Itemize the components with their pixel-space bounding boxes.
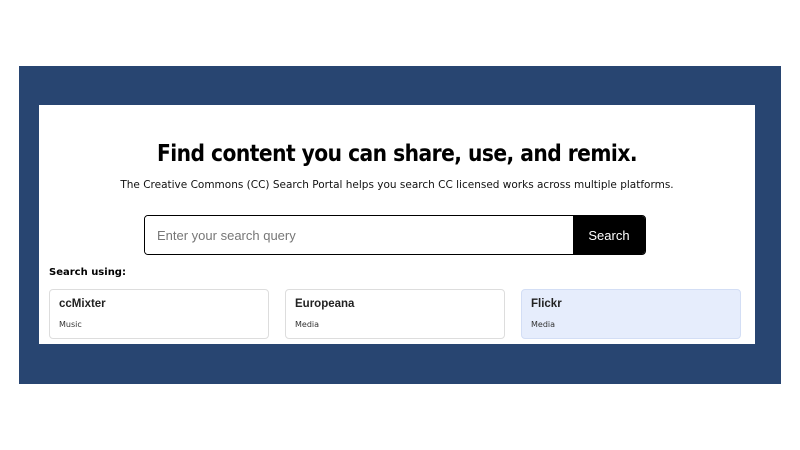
search-bar: Search — [144, 215, 646, 255]
search-using-label: Search using: — [49, 267, 126, 278]
page-title: Find content you can share, use, and rem… — [156, 141, 638, 167]
source-card-ccmixter[interactable]: ccMixter Music — [49, 289, 269, 339]
source-category: Media — [531, 320, 556, 329]
source-category: Music — [59, 320, 82, 329]
search-input[interactable] — [145, 216, 573, 254]
source-category: Media — [295, 320, 320, 329]
source-name: Europeana — [295, 298, 355, 310]
source-name: Flickr — [531, 298, 562, 310]
source-card-flickr[interactable]: Flickr Media — [521, 289, 741, 339]
search-panel: Find content you can share, use, and rem… — [39, 105, 755, 344]
source-name: ccMixter — [59, 298, 106, 310]
page-subtitle: The Creative Commons (CC) Search Portal … — [120, 179, 674, 191]
search-button[interactable]: Search — [573, 216, 645, 254]
source-card-europeana[interactable]: Europeana Media — [285, 289, 505, 339]
